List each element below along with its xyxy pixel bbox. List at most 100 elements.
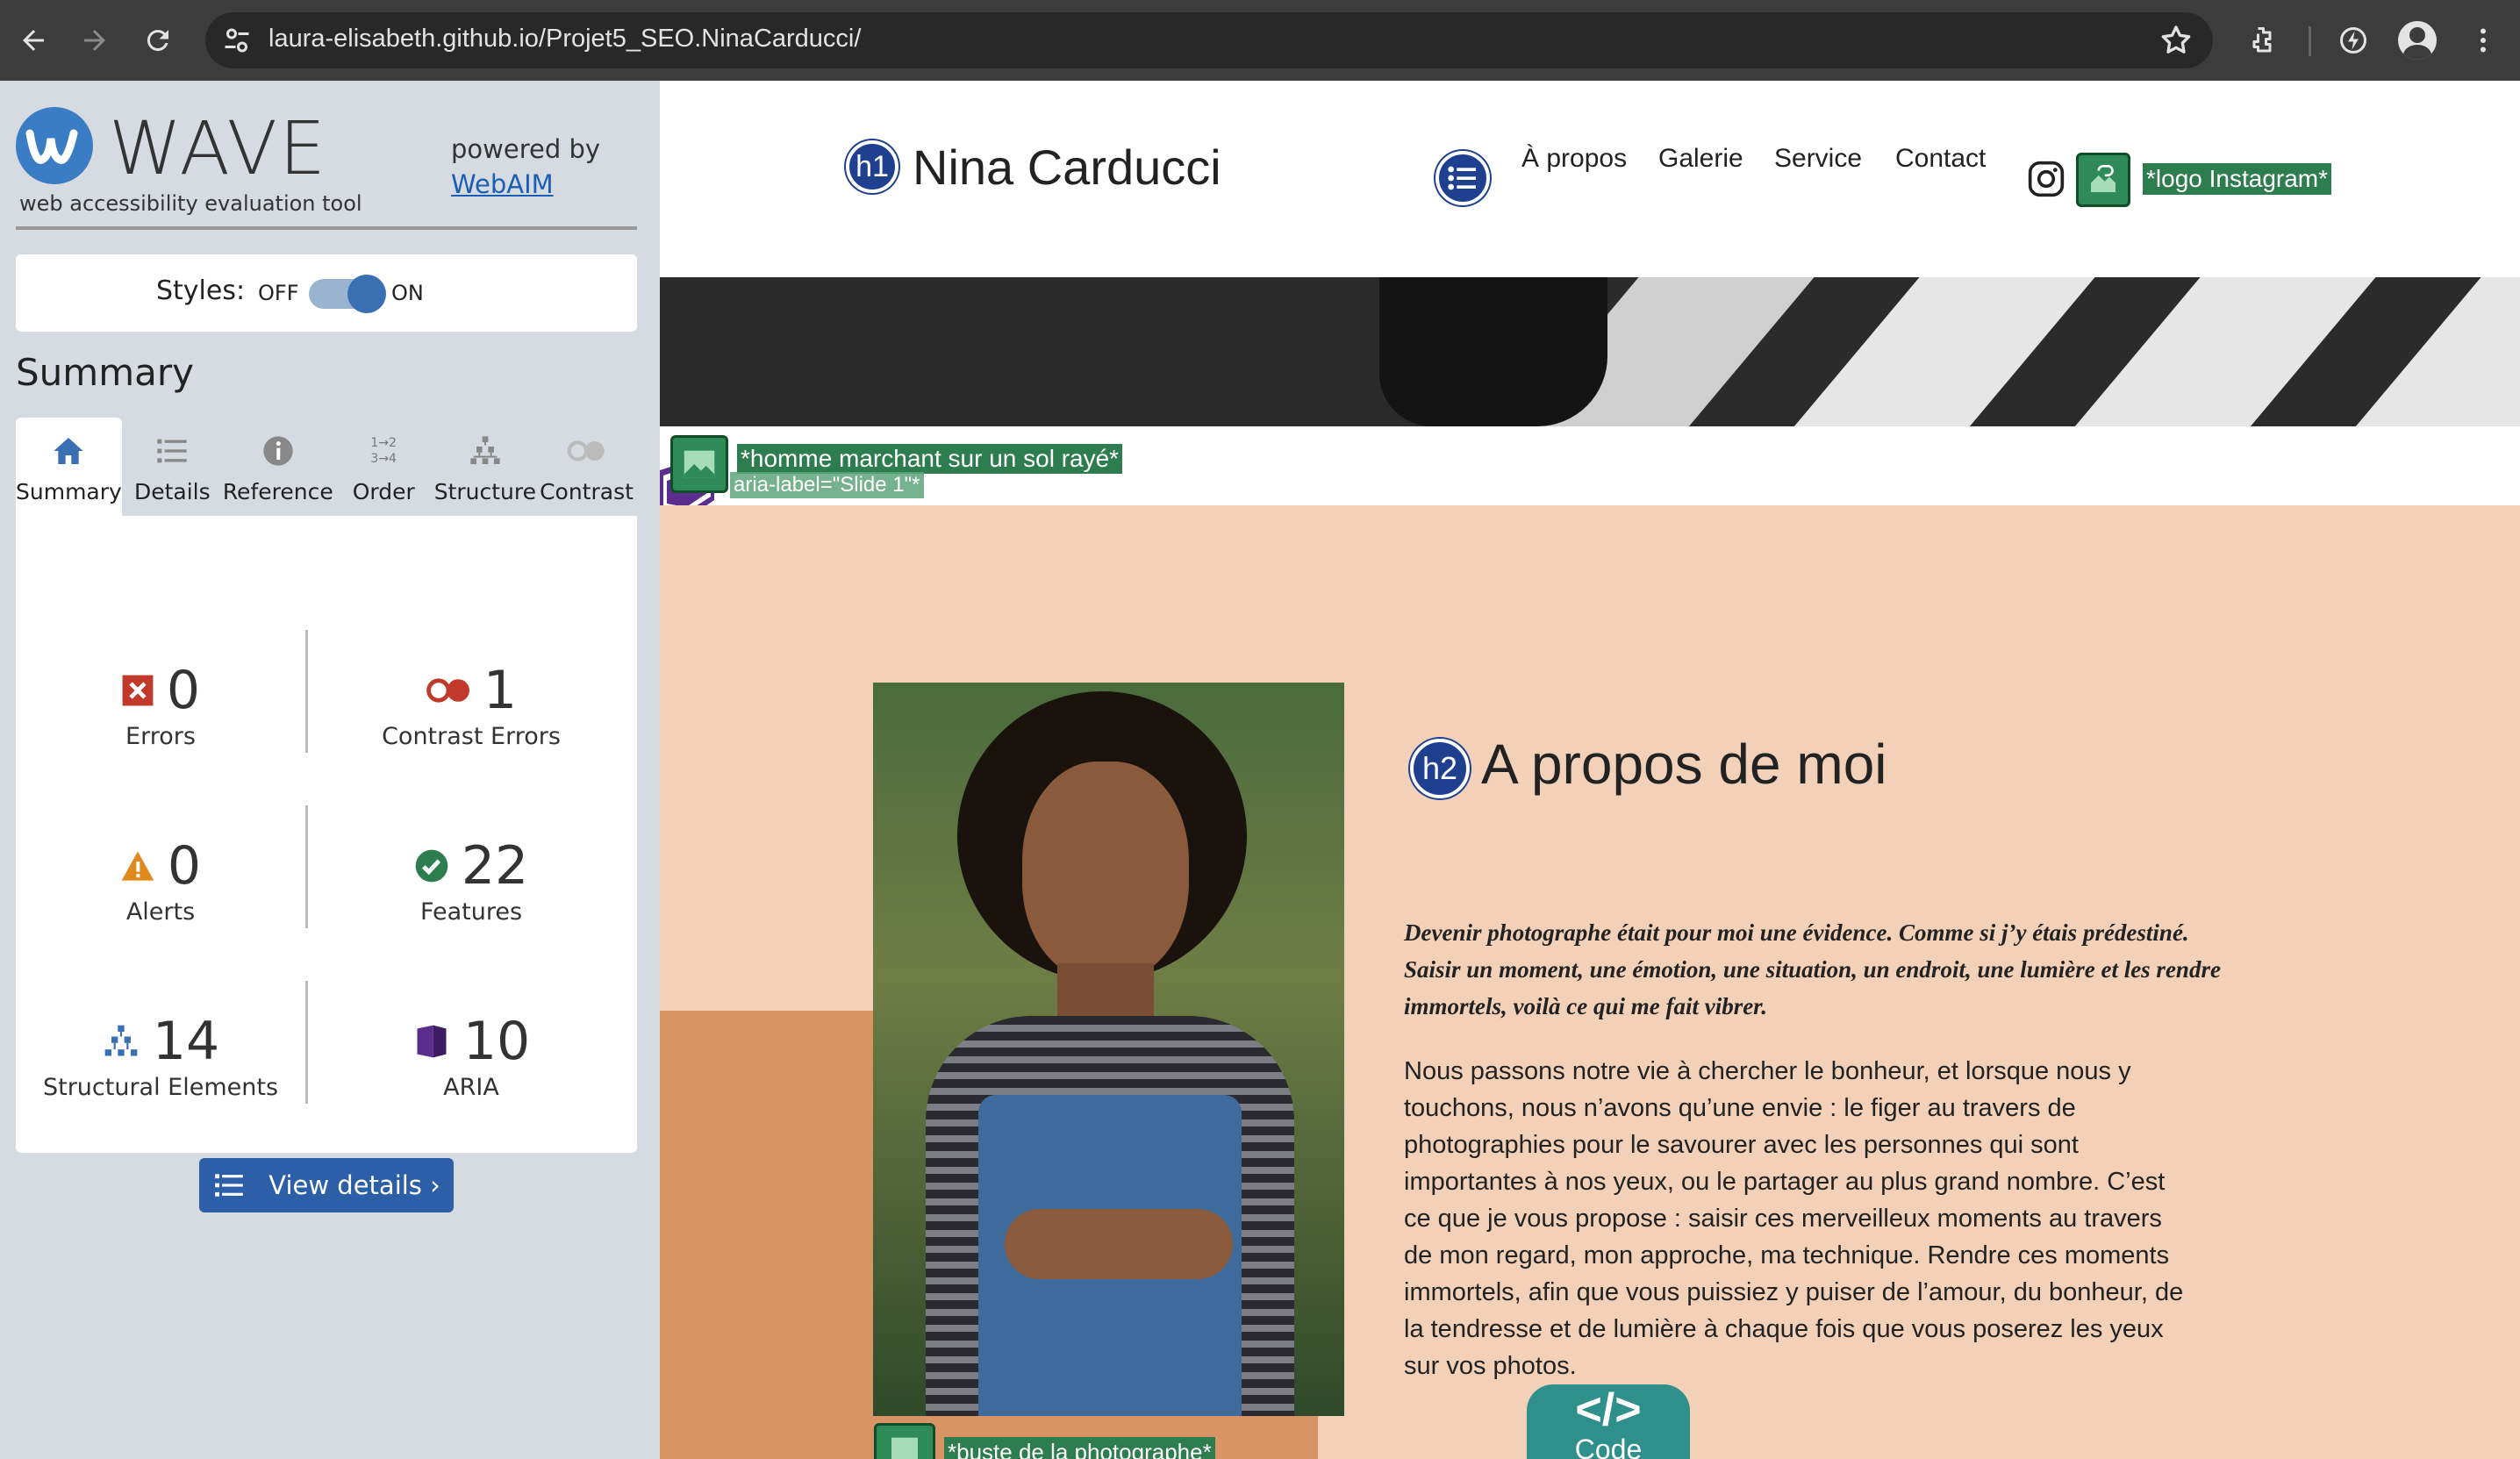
nav-link-contact[interactable]: Contact — [1895, 144, 1986, 174]
image-icon — [670, 435, 728, 493]
about-lead-text: Devenir photographe était pour moi une é… — [1404, 919, 2221, 1019]
tab-label: Reference — [222, 479, 333, 504]
reload-icon[interactable] — [137, 19, 179, 61]
structure-icon — [466, 432, 505, 470]
styles-toggle[interactable] — [309, 275, 386, 313]
instagram-alt-label: *logo Instagram* — [2143, 163, 2332, 195]
structural-count: 14 — [152, 1011, 220, 1072]
summary-heading: Summary — [16, 351, 194, 394]
tab-summary[interactable]: Summary — [16, 418, 122, 516]
contrast-error-icon — [426, 678, 469, 703]
alert-icon — [121, 851, 154, 881]
stat-alerts[interactable]: 0 Alerts — [16, 835, 305, 926]
stat-aria[interactable]: 10 ARIA — [305, 1011, 637, 1101]
view-details-label: View details › — [268, 1170, 440, 1200]
tab-label: Order — [352, 479, 415, 504]
stat-contrast-errors[interactable]: 1 Contrast Errors — [305, 660, 637, 750]
info-icon — [259, 432, 297, 470]
styles-label: Styles: — [156, 275, 246, 306]
tab-order[interactable]: 1→2 3→4 Order — [333, 418, 434, 516]
photo-alt-label: *buste de la photographe* — [944, 1437, 1215, 1459]
list-icon — [153, 432, 191, 470]
list-icon — [215, 1174, 244, 1197]
alerts-label: Alerts — [125, 898, 196, 926]
aria-label-tag: aria-label="Slide 1"* — [730, 472, 924, 498]
styles-on-label: ON — [391, 281, 424, 305]
tab-structure[interactable]: Structure — [434, 418, 536, 516]
site-info-icon[interactable] — [221, 25, 253, 56]
profile-avatar[interactable] — [2398, 21, 2437, 60]
extensions-icon[interactable] — [2241, 19, 2283, 61]
site-header: h1 Nina Carducci À propos Galerie Servic… — [660, 81, 2520, 277]
tab-reference[interactable]: Reference — [223, 418, 333, 516]
instagram-icon[interactable] — [2027, 160, 2065, 198]
site-title: Nina Carducci — [913, 139, 1221, 195]
wave-logo-icon — [16, 107, 93, 184]
contrast-icon — [567, 432, 605, 470]
wave-title: WAVE — [109, 105, 328, 191]
code-badge-label: Code — [1574, 1434, 1643, 1459]
carousel-caption-area: *homme marchant sur un sol rayé* aria-la… — [660, 426, 2520, 519]
stat-features[interactable]: 22 Features — [305, 835, 637, 926]
about-title: A propos de moi — [1481, 733, 1887, 796]
h1-badge: h1 — [846, 140, 898, 193]
contrast-errors-label: Contrast Errors — [382, 723, 561, 750]
structural-label: Structural Elements — [42, 1074, 279, 1101]
code-badge[interactable]: </> Code — [1527, 1384, 1690, 1459]
hero-image — [660, 277, 2520, 426]
styles-toggle-box: Styles: OFF ON — [16, 254, 637, 332]
aria-icon — [417, 1025, 447, 1058]
wave-subtitle: web accessibility evaluation tool — [19, 191, 362, 216]
tab-contrast[interactable]: Contrast — [536, 418, 637, 516]
address-bar[interactable]: laura-elisabeth.github.io/Projet5_SEO.Ni… — [205, 12, 2213, 68]
powered-by-text: powered by — [451, 134, 601, 164]
nav-link-service[interactable]: Service — [1774, 144, 1862, 174]
forward-icon[interactable] — [74, 19, 116, 61]
divider — [16, 226, 637, 230]
tab-label: Summary — [16, 479, 122, 504]
browser-toolbar: laura-elisabeth.github.io/Projet5_SEO.Ni… — [0, 0, 2520, 81]
aria-label: ARIA — [443, 1074, 499, 1101]
stat-errors[interactable]: 0 Errors — [16, 660, 305, 750]
alerts-count: 0 — [167, 835, 202, 897]
menu-dots-icon[interactable] — [2462, 19, 2504, 61]
summary-panel: Summary Details Reference 1→2 3→4 Order … — [16, 418, 637, 1212]
photographer-photo — [873, 683, 1344, 1416]
h2-badge: h2 — [1410, 739, 1470, 798]
webaim-link[interactable]: WebAIM — [451, 169, 554, 199]
aria-count: 10 — [462, 1011, 531, 1072]
about-body-text: Nous passons notre vie à chercher le bon… — [1404, 1057, 2184, 1380]
nav-link-gallery[interactable]: Galerie — [1658, 144, 1743, 174]
order-icon-bottom: 3→4 — [370, 452, 397, 466]
wave-tab-bar: Summary Details Reference 1→2 3→4 Order … — [16, 418, 637, 516]
features-label: Features — [419, 898, 523, 926]
bookmark-star-icon[interactable] — [2158, 23, 2194, 58]
tab-label: Structure — [433, 479, 536, 504]
tab-details[interactable]: Details — [122, 418, 223, 516]
toolbar-separator — [2309, 26, 2311, 56]
structure-icon — [104, 1025, 138, 1056]
contrast-errors-count: 1 — [483, 660, 518, 721]
powered-by: powered by WebAIM — [451, 132, 600, 202]
order-icon: 1→2 3→4 — [364, 432, 403, 470]
tab-label: Contrast — [540, 479, 634, 504]
nav-link-about[interactable]: À propos — [1521, 144, 1627, 174]
website-viewport: h1 Nina Carducci À propos Galerie Servic… — [660, 81, 2520, 1459]
home-icon — [49, 432, 88, 470]
features-count: 22 — [461, 835, 529, 897]
order-icon-top: 1→2 — [370, 436, 397, 450]
error-icon — [122, 675, 154, 706]
tab-label: Details — [133, 479, 211, 504]
errors-count: 0 — [166, 660, 201, 721]
view-details-button[interactable]: View details › — [199, 1158, 454, 1212]
url-text: laura-elisabeth.github.io/Projet5_SEO.Ni… — [268, 25, 862, 53]
nav-list-icon — [1435, 151, 1490, 205]
hero-alt-label: *homme marchant sur un sol rayé* — [737, 444, 1123, 474]
stat-structural[interactable]: 14 Structural Elements — [16, 1011, 305, 1101]
performance-icon[interactable] — [2332, 19, 2374, 61]
back-icon[interactable] — [12, 19, 54, 61]
linked-image-icon — [2076, 153, 2130, 207]
wave-sidebar: WAVE web accessibility evaluation tool p… — [0, 81, 660, 1459]
feature-check-icon — [415, 849, 448, 883]
styles-off-label: OFF — [258, 281, 299, 305]
